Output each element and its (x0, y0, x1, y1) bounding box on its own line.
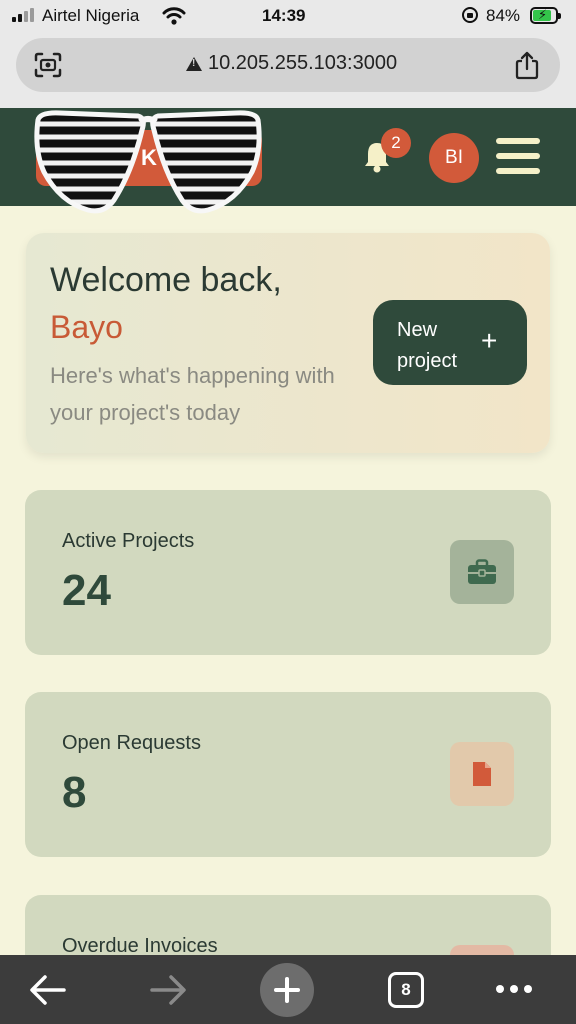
stat-label: Open Requests (62, 732, 201, 754)
plus-icon: + (481, 325, 498, 356)
new-project-button[interactable]: New project + (373, 300, 527, 385)
stat-card-open-requests[interactable]: Open Requests 8 (25, 692, 551, 857)
new-tab-plus-icon[interactable] (260, 963, 314, 1017)
sunglasses-sticker (34, 110, 262, 214)
new-project-label: New project (397, 319, 458, 372)
camera-scan-icon[interactable] (34, 52, 62, 78)
url-display[interactable]: 10.205.255.103:3000 (186, 52, 397, 75)
user-avatar[interactable]: BI (429, 133, 479, 183)
status-bar: Airtel Nigeria 14:39 84% ⚡ (0, 0, 576, 34)
back-arrow-icon[interactable] (28, 973, 68, 1007)
url-text: 10.205.255.103:3000 (208, 52, 398, 74)
wifi-icon (162, 7, 186, 25)
welcome-subtitle: Here's what's happening with your projec… (50, 363, 335, 425)
document-icon (450, 742, 514, 806)
share-icon[interactable] (514, 50, 540, 80)
signal-icon (12, 8, 34, 22)
welcome-card: Welcome back, Bayo Here's what's happeni… (26, 233, 550, 453)
battery-percent: 84% (486, 6, 521, 25)
not-secure-warning-icon (186, 56, 202, 71)
welcome-title: Welcome back, (50, 261, 282, 299)
hamburger-menu-icon[interactable] (496, 138, 540, 176)
more-dots-icon[interactable] (496, 985, 532, 993)
stat-value: 8 (62, 768, 87, 817)
browser-bottom-toolbar: 8 (0, 955, 576, 1024)
stat-label: Active Projects (62, 530, 195, 552)
tabs-icon[interactable]: 8 (388, 972, 424, 1008)
briefcase-icon (450, 540, 514, 604)
address-bar[interactable]: 10.205.255.103:3000 (16, 38, 560, 92)
stat-card-active-projects[interactable]: Active Projects 24 (25, 490, 551, 655)
stat-value: 24 (62, 566, 111, 615)
orientation-lock-icon (462, 7, 478, 23)
carrier-name: Airtel Nigeria (42, 6, 140, 25)
clock: 14:39 (262, 6, 306, 25)
browser-top-chrome: Airtel Nigeria 14:39 84% ⚡ 10.205.255.10… (0, 0, 576, 108)
notification-count-badge: 2 (381, 128, 411, 158)
welcome-user-name: Bayo (50, 309, 123, 345)
forward-arrow-icon[interactable] (148, 973, 188, 1007)
battery-charging-icon: ⚡ (530, 7, 561, 24)
